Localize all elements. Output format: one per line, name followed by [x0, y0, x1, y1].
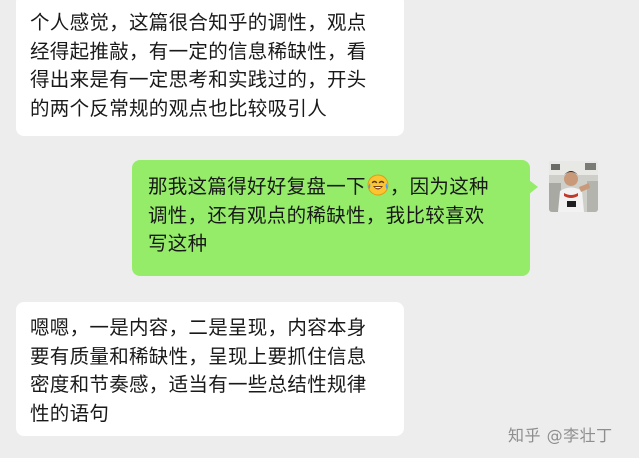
- message-text-line: 的两个反常规的观点也比较吸引人: [30, 96, 328, 120]
- incoming-message-bubble[interactable]: 个人感觉，这篇很合知乎的调性，观点 经得起推敲，有一定的信息稀缺性，看 得出来是…: [16, 0, 404, 136]
- message-text-segment: ，因为这种: [389, 175, 489, 198]
- outgoing-message-bubble[interactable]: 那我这篇得好好复盘一下 ，因为这种 调性，还有观点的稀缺性，我比较喜欢 写这种: [132, 160, 538, 276]
- avatar[interactable]: [549, 161, 598, 212]
- message-text-line: 经得起推敲，有一定的信息稀缺性，看: [30, 39, 367, 63]
- incoming-message-bubble[interactable]: 嗯嗯，一是内容，二是呈现，内容本身 要有质量和稀缺性，呈现上要抓住信息 密度和节…: [16, 302, 404, 436]
- message-text-line: 那我这篇得好好复盘一下 ，因为这种: [148, 173, 516, 202]
- message-text-line: 得出来是有一定思考和实践过的，开头: [30, 68, 367, 91]
- message-text-segment: 那我这篇得好好复盘一下: [148, 175, 366, 198]
- message-text-line: 性的语句: [30, 401, 110, 425]
- message-text-line: 密度和节奏感，适当有一些总结性规律: [30, 373, 367, 396]
- avatar-photo-icon: [549, 161, 598, 212]
- message-text-line: 写这种: [148, 232, 208, 255]
- zhihu-watermark: 知乎 @李壮丁: [508, 426, 613, 445]
- message-text-line: 要有质量和稀缺性，呈现上要抓住信息: [30, 344, 367, 368]
- message-text-line: 调性，还有观点的稀缺性，我比较喜欢: [148, 203, 485, 227]
- message-text-line: 个人感觉，这篇很合知乎的调性，观点: [30, 11, 367, 34]
- message-text-line: 嗯嗯，一是内容，二是呈现，内容本身: [30, 316, 367, 339]
- crying-laughing-face-icon: [367, 174, 389, 196]
